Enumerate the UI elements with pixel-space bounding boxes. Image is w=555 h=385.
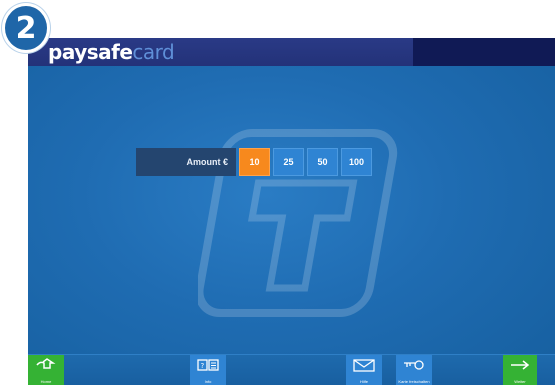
- footer-bar: Home ? Info Hilfe Karte freischalten Wei…: [28, 354, 555, 385]
- arrow-right-icon: [511, 360, 530, 370]
- amount-option-10[interactable]: 10: [239, 148, 270, 176]
- paysafecard-logo: paysafecard: [48, 40, 175, 64]
- header-dark-panel: [413, 38, 555, 66]
- key-icon: [404, 360, 424, 370]
- unlock-card-button-label: Karte freischalten: [398, 379, 430, 384]
- home-icon: [36, 358, 56, 369]
- home-button[interactable]: Home: [28, 355, 64, 385]
- brand-part-2: card: [132, 40, 175, 64]
- envelope-icon: [353, 359, 375, 372]
- amount-label: Amount €: [136, 148, 236, 176]
- amount-option-25[interactable]: 25: [273, 148, 304, 176]
- kiosk-screen: paysafecard Amount € 10 25 50 100 Home ?: [28, 38, 555, 385]
- brand-part-1: paysafe: [48, 40, 133, 64]
- svg-text:?: ?: [201, 362, 205, 370]
- step-number-badge: 2: [2, 3, 50, 53]
- amount-option-100[interactable]: 100: [341, 148, 372, 176]
- header-bar: paysafecard: [28, 38, 555, 66]
- info-book-icon: ?: [197, 359, 219, 371]
- unlock-card-button[interactable]: Karte freischalten: [396, 355, 432, 385]
- amount-option-50[interactable]: 50: [307, 148, 338, 176]
- next-button[interactable]: Weiter: [503, 355, 537, 385]
- help-button[interactable]: Hilfe: [346, 355, 382, 385]
- info-button-label: Info: [204, 379, 212, 384]
- help-button-label: Hilfe: [359, 379, 368, 384]
- home-button-label: Home: [40, 379, 52, 384]
- next-button-label: Weiter: [514, 379, 526, 384]
- amount-selector: Amount € 10 25 50 100: [136, 148, 372, 176]
- info-button[interactable]: ? Info: [190, 355, 226, 385]
